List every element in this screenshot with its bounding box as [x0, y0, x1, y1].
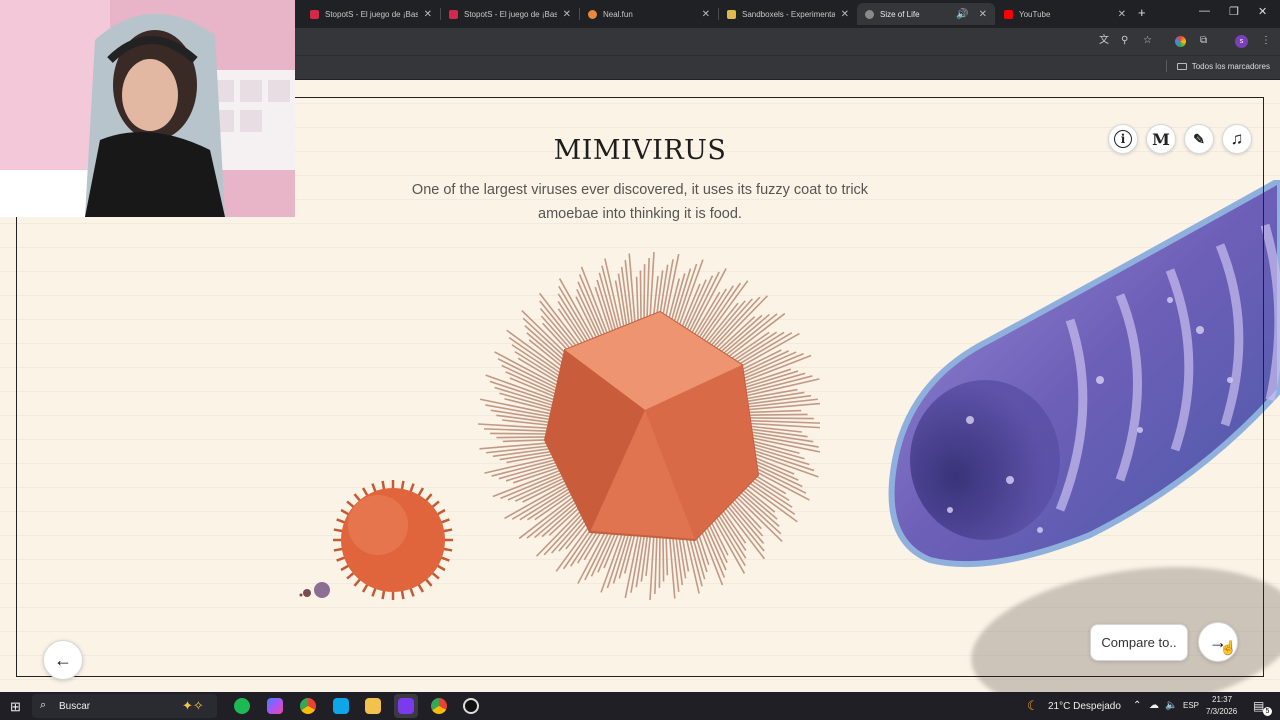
tab-sandboxels[interactable]: Sandboxels - Experimental ✕ [719, 3, 857, 25]
restore-button[interactable]: ❐ [1229, 5, 1239, 18]
hand-cursor-icon: ☝ [1220, 640, 1237, 655]
minimize-button[interactable]: — [1199, 5, 1210, 17]
medium-button[interactable]: M [1146, 124, 1176, 154]
tab-title: StopotS - El juego de ¡Basta! [325, 9, 418, 19]
audio-playing-icon[interactable]: 🔊 [956, 9, 968, 20]
search-icon: ⌕ [40, 699, 47, 711]
close-tab-icon[interactable]: ✕ [979, 9, 987, 20]
tab-title: Sandboxels - Experimental [742, 9, 835, 19]
extensions-puzzle-icon[interactable]: ⧉ [1200, 35, 1207, 47]
all-bookmarks-button[interactable]: Todos los marcadores [1176, 62, 1270, 71]
close-tab-icon[interactable]: ✕ [841, 9, 849, 20]
search-placeholder: Buscar [59, 701, 91, 712]
notification-badge: 5 [1263, 707, 1272, 716]
tab-nealfun[interactable]: Neal.fun ✕ [580, 3, 718, 25]
music-note-icon: ♫ [1230, 129, 1244, 148]
bookmark-star-icon[interactable]: ☆ [1143, 35, 1152, 47]
tab-youtube[interactable]: YouTube ✕ [996, 3, 1134, 25]
windows-taskbar: ⊞ ⌕ Buscar ✦✧ ☾ 21°C Despejado ⌃ ☁ 🔈 ESP… [0, 692, 1280, 720]
nealfun-favicon-icon [588, 9, 597, 19]
volume-icon[interactable]: 🔈 [1165, 700, 1177, 711]
compare-to-button[interactable]: Compare to.. [1090, 624, 1188, 661]
tab-title: StopotS - El juego de ¡Basta! [464, 9, 557, 19]
app-icon[interactable] [333, 698, 349, 714]
stopots-favicon-icon [449, 9, 458, 19]
copilot-sparkle-icon: ✦✧ [182, 698, 204, 713]
tab-title: Neal.fun [603, 9, 633, 19]
language-indicator[interactable]: ESP [1183, 701, 1199, 710]
ruler-button[interactable]: ✎ [1184, 124, 1214, 154]
all-bookmarks-label: Todos los marcadores [1191, 62, 1270, 71]
tab-size-of-life[interactable]: Size of Life 🔊 ✕ [857, 3, 995, 25]
translate-icon[interactable]: 文 [1099, 35, 1109, 47]
tab-stopots-2[interactable]: StopotS - El juego de ¡Basta! ✕ [441, 3, 579, 25]
close-tab-icon[interactable]: ✕ [424, 9, 432, 20]
tab-title: YouTube [1019, 9, 1051, 19]
arrow-left-icon: ← [54, 649, 72, 670]
extension-icon[interactable] [1175, 36, 1186, 47]
streaming-app-icon[interactable] [398, 698, 414, 714]
youtube-favicon-icon [1004, 9, 1013, 19]
weather-moon-icon: ☾ [1027, 698, 1039, 713]
more-menu-icon[interactable]: ⋮ [1261, 35, 1271, 47]
new-tab-button[interactable]: + [1138, 5, 1146, 20]
windows-start-icon[interactable]: ⊞ [10, 699, 21, 715]
close-tab-icon[interactable]: ✕ [563, 9, 571, 20]
weather-text[interactable]: 21°C Despejado [1048, 701, 1121, 712]
close-tab-icon[interactable]: ✕ [1118, 9, 1126, 20]
chrome-profile-icon[interactable] [431, 698, 447, 714]
chrome-icon[interactable] [300, 698, 316, 714]
zoom-icon[interactable]: ⚲ [1121, 35, 1128, 47]
tray-chevron-icon[interactable]: ⌃ [1133, 700, 1141, 711]
tab-title: Size of Life [880, 9, 920, 19]
stopots-favicon-icon [310, 9, 319, 19]
file-explorer-icon[interactable] [365, 698, 381, 714]
clock-date[interactable]: 7/3/2026 [1206, 707, 1237, 716]
tab-stopots-1[interactable]: StopotS - El juego de ¡Basta! ✕ [302, 3, 440, 25]
obs-icon[interactable] [463, 698, 479, 714]
music-button[interactable]: ♫ [1222, 124, 1252, 154]
info-icon: i [1114, 130, 1132, 148]
webcam-overlay [0, 0, 295, 217]
network-icon[interactable]: ☁ [1149, 700, 1159, 711]
size-of-life-favicon-icon [865, 9, 874, 19]
sandboxels-favicon-icon [727, 9, 736, 19]
folder-icon [1176, 63, 1187, 70]
clock-time[interactable]: 21:37 [1212, 695, 1232, 704]
ruler-icon: ✎ [1193, 130, 1205, 147]
previous-button[interactable]: ← [43, 640, 83, 680]
info-button[interactable]: i [1108, 124, 1138, 154]
spotify-icon[interactable] [234, 698, 250, 714]
taskbar-search[interactable]: ⌕ Buscar ✦✧ [32, 694, 217, 718]
copilot-icon[interactable] [267, 698, 283, 714]
close-window-button[interactable]: ✕ [1258, 5, 1267, 18]
close-tab-icon[interactable]: ✕ [702, 9, 710, 20]
medium-logo-icon: M [1152, 129, 1170, 149]
profile-avatar[interactable]: s [1235, 35, 1248, 48]
